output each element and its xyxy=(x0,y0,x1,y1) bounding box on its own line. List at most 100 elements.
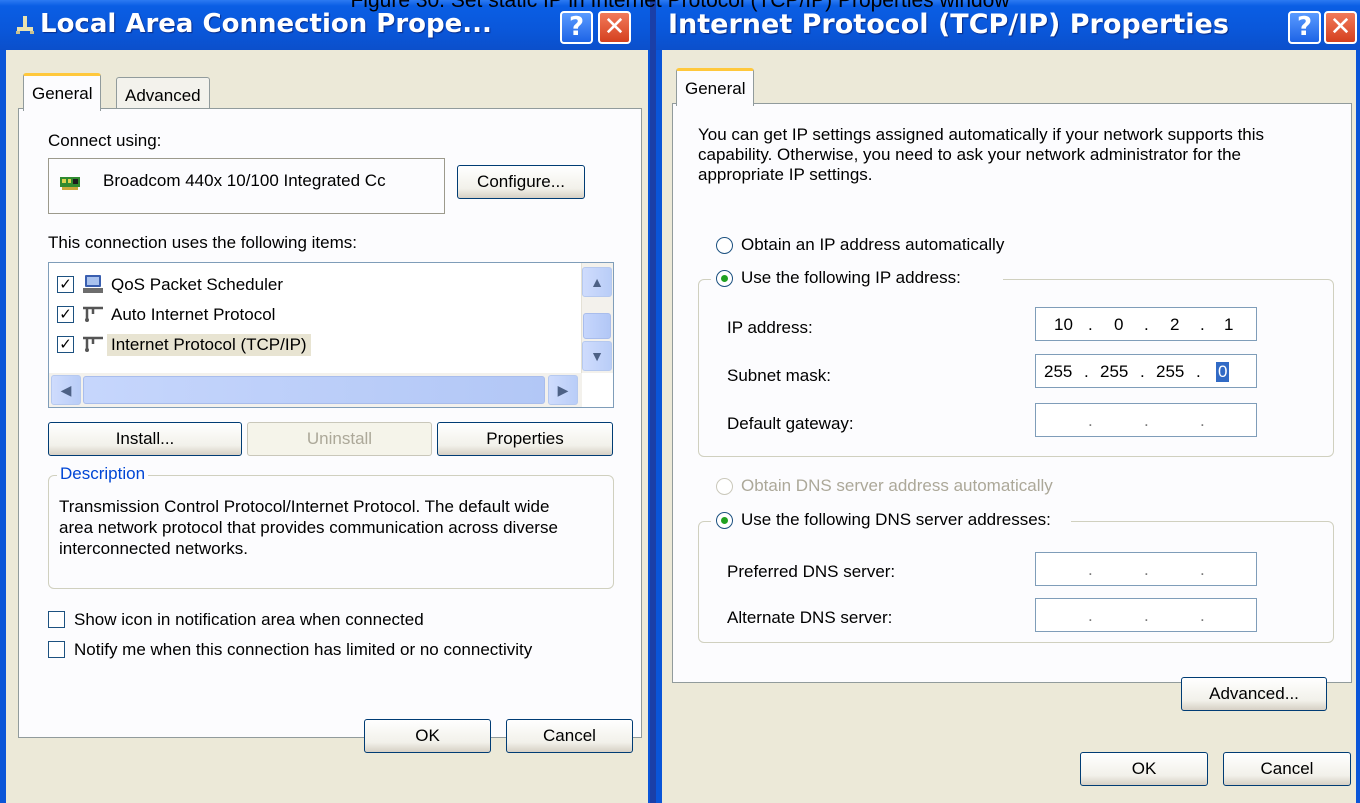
ip-octet: 255 xyxy=(1100,362,1129,381)
item-label: Auto Internet Protocol xyxy=(111,305,276,324)
ip-separator: . xyxy=(1140,362,1145,381)
ip-octet-selected: 0 xyxy=(1216,362,1230,382)
ip-octet: 255 xyxy=(1156,362,1185,381)
cancel-button[interactable]: Cancel xyxy=(1223,752,1351,786)
dialog-body: General You can get IP settings assigned… xyxy=(662,50,1356,803)
ok-button[interactable]: OK xyxy=(364,719,491,753)
network-card-icon xyxy=(59,175,81,196)
list-item[interactable]: ✓ QoS Packet Scheduler xyxy=(57,272,577,302)
figure-caption: Figure 30. Set static IP in Internet Pro… xyxy=(350,0,1010,12)
ip-separator: . xyxy=(1088,560,1093,579)
use-dns-radio[interactable] xyxy=(716,512,733,529)
vertical-scroll-thumb[interactable] xyxy=(583,313,611,339)
install-button[interactable]: Install... xyxy=(48,422,242,456)
default-gateway-label: Default gateway: xyxy=(727,414,854,433)
ip-octet: 2 xyxy=(1170,315,1180,334)
dialog-body: General Advanced Connect using: Broadcom… xyxy=(6,50,648,803)
protocol-icon xyxy=(81,333,105,355)
connect-using-label: Connect using: xyxy=(48,131,162,150)
vertical-scrollbar[interactable]: ▲ ▼ xyxy=(581,263,613,373)
item-checkbox[interactable]: ✓ xyxy=(57,306,74,323)
window-title: Internet Protocol (TCP/IP) Properties xyxy=(668,9,1229,40)
advanced-button[interactable]: Advanced... xyxy=(1181,677,1327,711)
description-group: Description Transmission Control Protoco… xyxy=(48,464,614,589)
items-label: This connection uses the following items… xyxy=(48,233,357,252)
horizontal-scroll-thumb[interactable] xyxy=(83,376,545,404)
ip-separator: . xyxy=(1200,315,1205,334)
general-tab-panel: Connect using: Broadcom 440x 10/100 Inte… xyxy=(18,108,642,738)
subnet-mask-field[interactable]: 255 . 255 . 255 . 0 xyxy=(1035,354,1257,388)
ip-octet: 255 xyxy=(1044,362,1073,381)
use-ip-option[interactable]: Use the following IP address: xyxy=(711,267,1003,291)
ip-address-group: Use the following IP address: IP address… xyxy=(698,267,1334,457)
ok-button[interactable]: OK xyxy=(1080,752,1208,786)
adapter-box: Broadcom 440x 10/100 Integrated Cc xyxy=(48,158,445,214)
obtain-dns-label: Obtain DNS server address automatically xyxy=(741,476,1053,495)
intro-text: You can get IP settings assigned automat… xyxy=(698,125,1265,184)
ip-separator: . xyxy=(1200,560,1205,579)
preferred-dns-label: Preferred DNS server: xyxy=(727,562,896,581)
uninstall-button[interactable]: Uninstall xyxy=(247,422,432,456)
use-ip-radio[interactable] xyxy=(716,270,733,287)
scroll-left-icon[interactable]: ◀ xyxy=(51,375,81,405)
use-dns-option[interactable]: Use the following DNS server addresses: xyxy=(711,509,1071,533)
components-list[interactable]: ✓ QoS Packet Scheduler ✓ Auto Internet P… xyxy=(48,262,614,408)
notify-checkbox[interactable] xyxy=(48,641,65,658)
use-ip-label: Use the following IP address: xyxy=(741,268,961,287)
notify-option[interactable]: Notify me when this connection has limit… xyxy=(48,639,608,663)
scroll-right-icon[interactable]: ▶ xyxy=(548,375,578,405)
ip-separator: . xyxy=(1144,606,1149,625)
item-checkbox[interactable]: ✓ xyxy=(57,336,74,353)
alternate-dns-label: Alternate DNS server: xyxy=(727,608,893,627)
ip-octet: 1 xyxy=(1224,315,1234,334)
cancel-button[interactable]: Cancel xyxy=(506,719,633,753)
general-tab-panel: You can get IP settings assigned automat… xyxy=(672,103,1352,711)
ip-address-field[interactable]: 10 . 0 . 2 . 1 xyxy=(1035,307,1257,341)
network-connection-icon xyxy=(14,14,36,41)
default-gateway-field[interactable]: . . . xyxy=(1035,403,1257,437)
configure-button[interactable]: Configure... xyxy=(457,165,585,199)
ip-octet: 0 xyxy=(1114,315,1124,334)
tab-general[interactable]: General xyxy=(676,68,755,106)
show-icon-option[interactable]: Show icon in notification area when conn… xyxy=(48,609,608,633)
ip-separator: . xyxy=(1144,560,1149,579)
scroll-up-icon[interactable]: ▲ xyxy=(582,267,612,297)
ip-address-label: IP address: xyxy=(727,318,813,337)
properties-button[interactable]: Properties xyxy=(437,422,613,456)
item-label: Internet Protocol (TCP/IP) xyxy=(107,334,311,356)
notify-label: Notify me when this connection has limit… xyxy=(74,640,533,659)
item-checkbox[interactable]: ✓ xyxy=(57,276,74,293)
ip-separator: . xyxy=(1084,362,1089,381)
obtain-ip-radio[interactable] xyxy=(716,237,733,254)
ip-separator: . xyxy=(1088,315,1093,334)
help-button[interactable]: ? xyxy=(1288,11,1321,44)
ip-separator: . xyxy=(1144,315,1149,334)
scheduler-icon xyxy=(81,273,105,295)
obtain-dns-option[interactable]: Obtain DNS server address automatically xyxy=(716,475,1116,499)
help-button[interactable]: ? xyxy=(560,11,593,44)
item-label: QoS Packet Scheduler xyxy=(111,275,283,294)
close-button[interactable]: ✕ xyxy=(598,11,631,44)
ip-separator: . xyxy=(1088,411,1093,430)
ip-separator: . xyxy=(1144,411,1149,430)
obtain-dns-radio[interactable] xyxy=(716,478,733,495)
window-title: Local Area Connection Prope... xyxy=(40,9,492,39)
close-button[interactable]: ✕ xyxy=(1324,11,1357,44)
preferred-dns-field[interactable]: . . . xyxy=(1035,552,1257,586)
show-icon-label: Show icon in notification area when conn… xyxy=(74,610,424,629)
horizontal-scrollbar[interactable]: ◀ ▶ xyxy=(49,373,582,407)
protocol-icon xyxy=(81,303,105,325)
adapter-name: Broadcom 440x 10/100 Integrated Cc xyxy=(103,171,386,190)
list-item[interactable]: ✓ Auto Internet Protocol xyxy=(57,302,577,332)
tab-advanced[interactable]: Advanced xyxy=(116,77,210,111)
ip-separator: . xyxy=(1200,411,1205,430)
obtain-ip-option[interactable]: Obtain an IP address automatically xyxy=(716,234,1056,258)
description-title: Description xyxy=(57,464,149,484)
show-icon-checkbox[interactable] xyxy=(48,611,65,628)
scroll-down-icon[interactable]: ▼ xyxy=(582,341,612,371)
tab-general[interactable]: General xyxy=(23,73,102,111)
list-item[interactable]: ✓ Internet Protocol (TCP/IP) xyxy=(57,332,577,362)
alternate-dns-field[interactable]: . . . xyxy=(1035,598,1257,632)
dns-group: Use the following DNS server addresses: … xyxy=(698,509,1334,643)
description-text: Transmission Control Protocol/Internet P… xyxy=(59,497,558,558)
